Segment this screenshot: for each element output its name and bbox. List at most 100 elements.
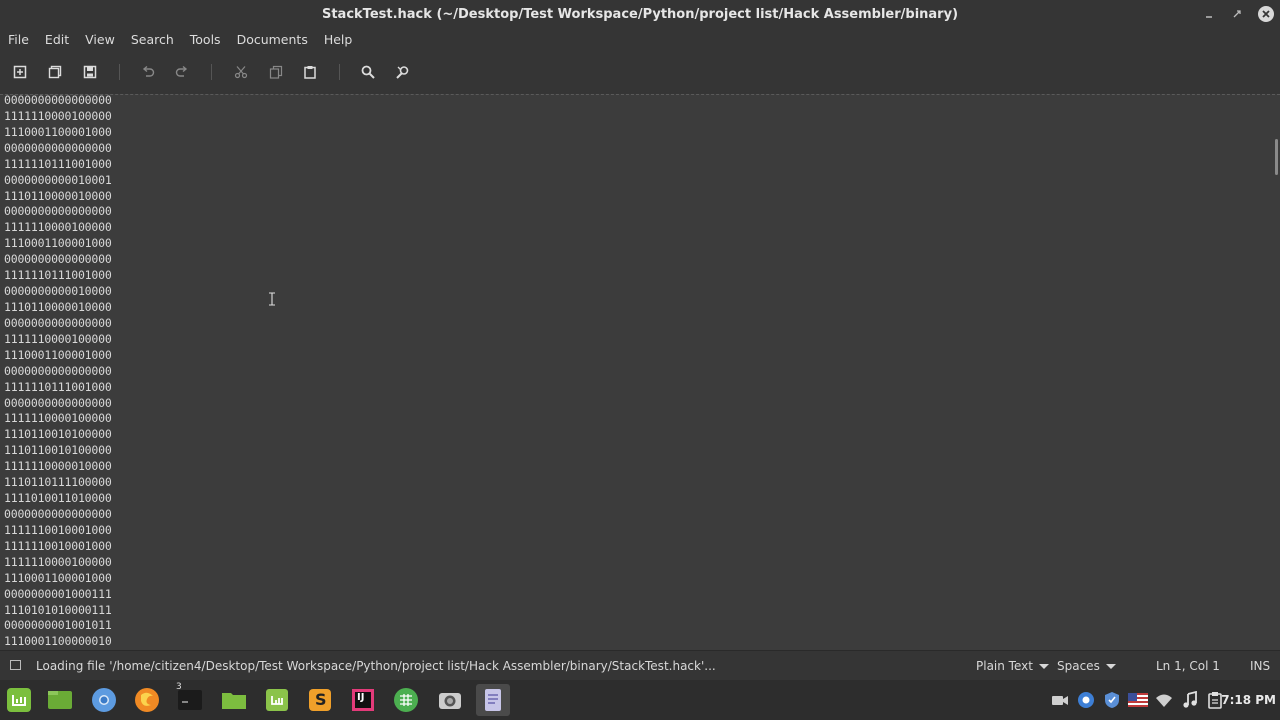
code-line: 0000000000000000	[4, 363, 112, 378]
video-camera-icon[interactable]	[1050, 690, 1070, 710]
side-panel-icon[interactable]	[10, 660, 21, 670]
text-cursor-icon	[268, 291, 276, 306]
window-title: StackTest.hack (~/Desktop/Test Workspace…	[321, 6, 959, 22]
chrome-tray-icon[interactable]	[1076, 690, 1096, 710]
files-icon[interactable]	[43, 684, 77, 716]
text-editor-area[interactable]: 0000000000000000 1111110000100000 11100011…	[0, 94, 1280, 650]
wifi-icon[interactable]	[1154, 690, 1174, 710]
indent-label: Spaces	[1057, 659, 1100, 673]
code-line: 0000000000000000	[4, 315, 112, 330]
clock[interactable]: 7:18 PM	[1221, 693, 1276, 707]
code-line: 1111110010001000	[4, 538, 112, 553]
firefox-icon[interactable]	[130, 684, 164, 716]
code-line: 1110110000010000	[4, 188, 112, 203]
code-line: 1110110010100000	[4, 443, 112, 458]
menu-bar: File Edit View Search Tools Documents He…	[0, 28, 1280, 50]
terminal-badge: 3	[176, 682, 182, 692]
code-line: 0000000000000000	[4, 506, 112, 521]
code-line: 0000000000010000	[4, 284, 112, 299]
code-line: 1110101010000111	[4, 602, 112, 617]
close-icon[interactable]	[1258, 6, 1274, 22]
code-line: 0000000001001011	[4, 618, 112, 633]
menu-documents[interactable]: Documents	[229, 32, 316, 47]
mint-menu-icon[interactable]	[2, 684, 36, 716]
code-line: 1111110111001000	[4, 379, 112, 394]
us-flag-icon[interactable]	[1128, 690, 1148, 710]
code-line: 1111110000100000	[4, 220, 112, 235]
new-document-icon[interactable]	[9, 61, 31, 83]
status-bar: Loading file '/home/citizen4/Desktop/Tes…	[0, 650, 1280, 680]
code-line: 1110001100001000	[4, 236, 112, 251]
terminal-icon[interactable]: 3	[173, 682, 207, 716]
menu-search[interactable]: Search	[123, 32, 182, 47]
menu-tools[interactable]: Tools	[182, 32, 229, 47]
chevron-down-icon	[1105, 663, 1116, 669]
maximize-icon[interactable]	[1226, 3, 1248, 25]
indent-dropdown[interactable]: Spaces	[1057, 659, 1116, 673]
code-line: 0000000000010001	[4, 172, 112, 187]
search-icon[interactable]	[357, 61, 379, 83]
shield-icon[interactable]	[1102, 690, 1122, 710]
folder-icon[interactable]	[217, 684, 251, 716]
code-line: 1111110010001000	[4, 522, 112, 537]
insert-mode: INS	[1250, 659, 1271, 673]
cut-icon[interactable]	[230, 61, 252, 83]
code-line: 0000000000000000	[4, 140, 112, 155]
minimize-icon[interactable]	[1198, 3, 1220, 25]
code-line: 1111110111001000	[4, 156, 112, 171]
language-label: Plain Text	[976, 659, 1033, 673]
chromium-icon[interactable]	[87, 684, 121, 716]
vertical-scrollbar[interactable]	[1275, 139, 1278, 175]
undo-icon[interactable]	[137, 61, 159, 83]
toolbar-separator	[211, 64, 212, 80]
code-line: 1111010011010000	[4, 491, 112, 506]
language-dropdown[interactable]: Plain Text	[976, 659, 1049, 673]
toolbar-separator	[119, 64, 120, 80]
copy-icon[interactable]	[265, 61, 287, 83]
code-line: 1110110111100000	[4, 475, 112, 490]
code-line: 1111110000100000	[4, 554, 112, 569]
code-lines: 0000000000000000 1111110000100000 11100011…	[4, 94, 112, 650]
code-line: 1110001100001000	[4, 124, 112, 139]
status-message: Loading file '/home/citizen4/Desktop/Tes…	[36, 659, 716, 673]
code-line: 1110110010100000	[4, 427, 112, 442]
taskbar: 3 S IJ 7:18 PM	[0, 680, 1280, 720]
toolbar	[0, 50, 1280, 94]
redo-icon[interactable]	[171, 61, 193, 83]
paste-icon[interactable]	[299, 61, 321, 83]
mint-update-icon[interactable]	[260, 684, 294, 716]
code-line: 1111110111001000	[4, 268, 112, 283]
code-line: 1111110000100000	[4, 411, 112, 426]
sublime-text-icon[interactable]: S	[303, 684, 337, 716]
menu-file[interactable]: File	[0, 32, 37, 47]
intellij-icon[interactable]: IJ	[346, 684, 380, 716]
code-line: 1110001100001000	[4, 347, 112, 362]
menu-edit[interactable]: Edit	[37, 32, 77, 47]
code-line: 1111110000100000	[4, 331, 112, 346]
menu-help[interactable]: Help	[316, 32, 361, 47]
intellij-letters: IJ	[357, 692, 365, 703]
window-controls	[1198, 0, 1274, 28]
toolbar-separator	[339, 64, 340, 80]
open-document-icon[interactable]	[44, 61, 66, 83]
sublime-letter: S	[315, 690, 327, 709]
code-line: 0000000000000000	[4, 204, 112, 219]
replace-icon[interactable]	[392, 61, 414, 83]
menu-view[interactable]: View	[77, 32, 123, 47]
cursor-position[interactable]: Ln 1, Col 1	[1156, 659, 1220, 673]
chevron-down-icon	[1038, 663, 1049, 669]
spreadsheet-icon[interactable]	[389, 684, 423, 716]
save-icon[interactable]	[79, 61, 101, 83]
code-line: 0000000000000000	[4, 252, 112, 267]
code-line: 1110110000010000	[4, 299, 112, 314]
code-line: 1111110000010000	[4, 459, 112, 474]
code-line: 0000000000000000	[4, 94, 112, 107]
code-line: 0000000001000111	[4, 586, 112, 601]
music-note-icon[interactable]	[1180, 690, 1200, 710]
code-line: 0000000000000000	[4, 395, 112, 410]
text-editor-icon[interactable]	[476, 684, 510, 716]
camera-icon[interactable]	[433, 684, 467, 716]
code-line: 1110001100001000	[4, 570, 112, 585]
code-line: 1111110000100000	[4, 108, 112, 123]
title-bar: StackTest.hack (~/Desktop/Test Workspace…	[0, 0, 1280, 28]
